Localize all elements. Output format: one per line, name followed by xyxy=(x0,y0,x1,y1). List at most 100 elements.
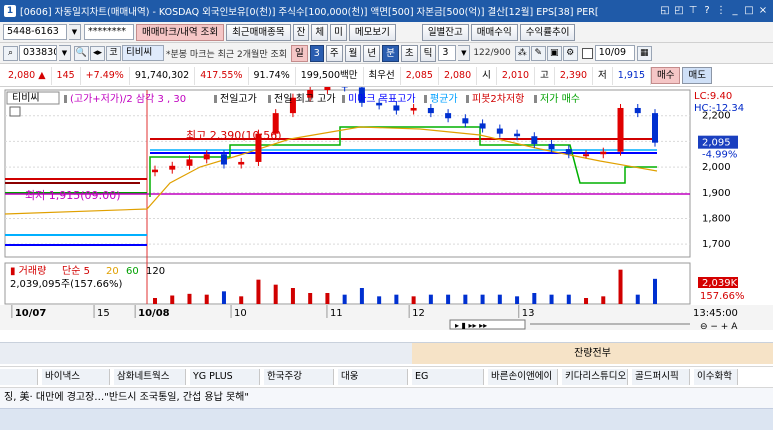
candle-body xyxy=(152,169,158,173)
volume-ma-label: 20 xyxy=(106,266,119,277)
candle-body xyxy=(427,107,434,114)
bar-count: 122/900 xyxy=(473,48,511,58)
period-tick[interactable]: 틱 xyxy=(419,44,437,62)
interval-select[interactable]: 3 xyxy=(438,45,457,61)
current-price: 2,080 ▲ xyxy=(3,66,52,85)
stock-tabs: 바이낵스 삼화네트웍스 YG PLUS 한국주강 대웅 EG 바른손이앤에이 키… xyxy=(0,366,773,388)
volume-pct: 417.55% xyxy=(195,66,249,85)
period-month[interactable]: 월 xyxy=(344,44,362,62)
lc-label: LC:9.40 xyxy=(694,91,732,102)
legend-marker xyxy=(534,95,537,103)
tab-stock-7[interactable]: 키다리스튜디오 xyxy=(562,369,628,385)
quote-row: 2,080 ▲ 145 +7.49% 91,740,302 417.55% 91… xyxy=(0,65,773,87)
tab-stock-2[interactable]: YG PLUS xyxy=(190,369,260,385)
period-second[interactable]: 초 xyxy=(400,44,418,62)
stock-toolbar: ⌕ 033830 ▼ 🔍 ◂▸ 코 티비씨 *분봉 마크는 최근 2개월만 조회… xyxy=(0,43,773,64)
candle-body xyxy=(238,161,245,165)
window-help-icon[interactable]: ? xyxy=(701,4,713,18)
period-week[interactable]: 주 xyxy=(325,44,343,62)
legend-marker xyxy=(466,95,469,103)
period-minute[interactable]: 분 xyxy=(382,44,399,62)
price-chart[interactable]: 2,2002,1002,0001,9001,8001,700LC:9.40HC:… xyxy=(0,87,773,330)
stock-search-icon[interactable]: ⌕ xyxy=(3,45,18,61)
tab-stock-6[interactable]: 바른손이앤에이 xyxy=(488,369,558,385)
memo-button[interactable]: 메모보기 xyxy=(348,23,396,41)
search-icon[interactable]: 🔍 xyxy=(74,45,89,61)
volume-ma-label: 60 xyxy=(126,266,139,277)
mark-query-button[interactable]: 매매마크/내역 조회 xyxy=(136,23,225,41)
period-year[interactable]: 년 xyxy=(363,44,381,62)
bottom-panel: 잔량전부 xyxy=(0,342,773,364)
period-day-count[interactable]: 3 xyxy=(309,44,324,62)
interval-dropdown-icon[interactable]: ▼ xyxy=(458,45,471,61)
tab-stock-4[interactable]: 대웅 xyxy=(338,369,408,385)
news-ticker[interactable]: 징, 美· 대만에 경고장…"반드시 조국통일, 간섭 용납 못해" xyxy=(0,388,773,408)
save-icon[interactable]: ▣ xyxy=(546,45,562,61)
window-pin-icon[interactable]: ⊤ xyxy=(687,4,699,18)
volume-bar xyxy=(446,294,451,304)
stock-code-input[interactable]: 033830 xyxy=(19,45,57,61)
legend-item: 전일 최고 고가 xyxy=(274,93,336,105)
trade-profit-button[interactable]: 매매수익 xyxy=(470,23,518,41)
tab-stock-0[interactable]: 바이낵스 xyxy=(42,369,110,385)
daily-balance-button[interactable]: 일별잔고 xyxy=(421,23,469,41)
candle-body xyxy=(652,113,658,143)
tab-blank[interactable] xyxy=(0,369,38,385)
title-bar: 1 [0606] 자동일지차트(매매내역) - KOSDAQ 외국인보유[0(천… xyxy=(0,0,773,22)
price-chart-area[interactable]: 2,2002,1002,0001,9001,8001,700LC:9.40HC:… xyxy=(0,87,773,330)
password-field[interactable]: ******** xyxy=(84,24,134,40)
prev-next-icon[interactable]: ◂▸ xyxy=(90,45,105,61)
legend-stock-name: 티비씨 xyxy=(12,92,40,104)
window-close-icon[interactable]: × xyxy=(757,4,769,18)
window-tile-icon[interactable]: ◰ xyxy=(673,4,685,18)
period-day[interactable]: 일 xyxy=(291,44,308,62)
chart-tool-icon[interactable]: ⁂ xyxy=(514,45,530,61)
current-price-label: 2,095 xyxy=(702,138,731,149)
gear-icon[interactable]: ⚙ xyxy=(562,45,578,61)
tab-stock-9[interactable]: 이수화학 xyxy=(694,369,738,385)
candle-body xyxy=(565,149,572,155)
volume-bar xyxy=(170,295,175,304)
legend-marker xyxy=(424,95,427,103)
window-more-icon[interactable]: ⋮ xyxy=(715,4,727,18)
balance-toggle[interactable]: 잔 xyxy=(292,23,310,41)
legend-item: (고가+저가)/2 삼각 3 , 30 xyxy=(70,93,186,105)
volume-bar xyxy=(359,288,364,304)
date-checkbox[interactable] xyxy=(581,47,593,59)
tab-stock-1[interactable]: 삼화네트웍스 xyxy=(114,369,186,385)
window-minimize-icon[interactable]: _ xyxy=(729,4,741,18)
sell-button[interactable]: 매도 xyxy=(682,67,712,84)
volume-ma-label: 단순 5 xyxy=(62,265,90,277)
profit-trend-button[interactable]: 수익률추이 xyxy=(519,23,576,41)
low-label: 저 xyxy=(593,66,613,85)
stock-code-dropdown-icon[interactable]: ▼ xyxy=(59,45,71,61)
filled-toggle[interactable]: 체 xyxy=(311,23,329,41)
tab-stock-5[interactable]: EG xyxy=(412,369,484,385)
window-maximize-icon[interactable]: □ xyxy=(743,4,755,18)
draw-tool-icon[interactable]: ✎ xyxy=(530,45,546,61)
date-field[interactable]: 10/09 xyxy=(594,45,635,61)
calendar-icon[interactable]: ▦ xyxy=(636,45,652,61)
price-tick-label: 1,700 xyxy=(702,239,731,250)
buy-button[interactable]: 매수 xyxy=(651,67,681,84)
account-dropdown-icon[interactable]: ▼ xyxy=(69,24,81,40)
trade-amount: 199,500백만 xyxy=(296,66,364,85)
candle-body xyxy=(496,128,503,134)
legend-item: 저가 매수 xyxy=(540,93,580,105)
best-ask-label: 최우선 xyxy=(364,66,401,85)
account-select[interactable]: 5448-6163 xyxy=(3,24,67,40)
recent-trades-button[interactable]: 최근매매종목 xyxy=(226,23,291,41)
price-change: 145 xyxy=(52,66,81,85)
tab-stock-3[interactable]: 한국주강 xyxy=(264,369,334,385)
unfilled-toggle[interactable]: 미 xyxy=(330,23,347,41)
clock-label: 13:45:00 xyxy=(693,308,738,319)
volume-bar xyxy=(480,294,485,304)
tab-stock-8[interactable]: 골드퍼시픽 xyxy=(632,369,690,385)
volume-bar xyxy=(256,279,261,304)
candle-body xyxy=(169,165,176,170)
legend-item: 전일고가 xyxy=(220,93,257,105)
hc-label: HC:-12.34 xyxy=(694,103,744,114)
candle-body xyxy=(548,143,555,150)
legend-marker xyxy=(214,95,217,103)
window-restore-icon[interactable]: ◱ xyxy=(659,4,671,18)
